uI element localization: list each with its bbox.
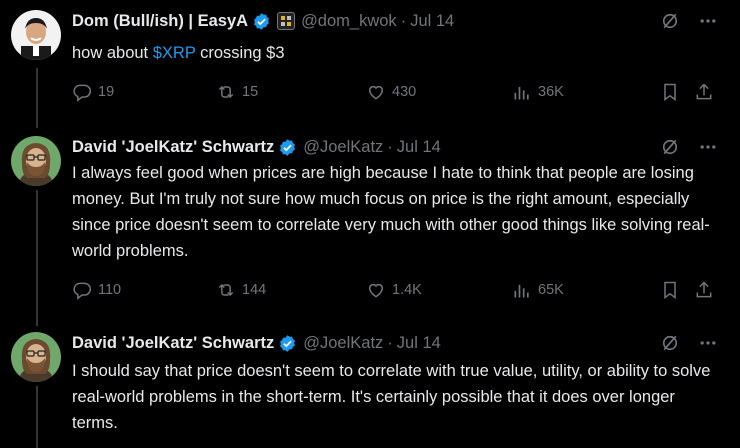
separator: ·	[387, 137, 393, 156]
views-button[interactable]: 36K	[512, 82, 564, 102]
timestamp[interactable]: Jul 14	[397, 138, 441, 157]
tweet[interactable]: Dom (Bull/ish) | EasyA @dom_kwok · Jul 1…	[0, 10, 740, 110]
timestamp[interactable]: Jul 14	[410, 12, 454, 31]
grok-icon[interactable]	[660, 137, 680, 157]
like-icon	[369, 283, 383, 298]
share-icon	[696, 83, 712, 100]
tweet-header: Dom (Bull/ish) | EasyA @dom_kwok · Jul 1…	[72, 10, 454, 32]
reply-button[interactable]: 19	[72, 82, 114, 102]
handle[interactable]: @dom_kwok	[301, 12, 397, 31]
avatar[interactable]	[11, 10, 61, 60]
tweet-text: how about $XRP crossing $3	[72, 40, 722, 66]
handle[interactable]: @JoelKatz	[303, 334, 383, 353]
tweet[interactable]: David 'JoelKatz' Schwartz @JoelKatz · Ju…	[0, 136, 740, 311]
share-button[interactable]	[694, 280, 714, 300]
like-count: 1.4K	[392, 282, 422, 298]
tweet-text-part: how about	[72, 44, 153, 62]
avatar[interactable]	[11, 332, 61, 382]
avatar[interactable]	[11, 136, 61, 186]
tweet-header: David 'JoelKatz' Schwartz @JoelKatz · Ju…	[72, 136, 441, 158]
repost-count: 144	[242, 282, 267, 298]
display-name[interactable]: David 'JoelKatz' Schwartz	[72, 138, 274, 157]
verified-badge-icon	[278, 334, 297, 353]
reply-count: 110	[98, 282, 122, 298]
share-button[interactable]	[694, 82, 714, 102]
reply-icon	[73, 84, 92, 102]
repost-icon	[218, 85, 234, 99]
handle[interactable]: @JoelKatz	[303, 138, 383, 157]
more-icon[interactable]	[698, 333, 718, 353]
more-icon[interactable]	[698, 137, 718, 157]
action-bar: 110 144 1.4K 65K	[72, 280, 722, 302]
separator: ·	[400, 11, 407, 30]
repost-button[interactable]: 15	[216, 82, 258, 102]
bookmark-button[interactable]	[660, 82, 680, 102]
tweet-top-actions	[660, 11, 718, 31]
display-name[interactable]: David 'JoelKatz' Schwartz	[72, 334, 274, 353]
view-count: 36K	[538, 84, 564, 100]
tweet-top-actions	[660, 333, 718, 353]
view-count: 65K	[538, 282, 564, 298]
action-bar: 19 15 430 36K	[72, 82, 722, 104]
separator: ·	[387, 333, 393, 352]
like-count: 430	[392, 84, 417, 100]
timestamp[interactable]: Jul 14	[397, 334, 441, 353]
views-button[interactable]: 65K	[512, 280, 564, 300]
tweet-top-actions	[660, 137, 718, 157]
cashtag-link[interactable]: $XRP	[153, 44, 196, 62]
like-icon	[369, 85, 383, 100]
reply-count: 19	[98, 84, 115, 100]
reply-button[interactable]: 110	[72, 280, 121, 300]
more-icon[interactable]	[698, 11, 718, 31]
share-icon	[696, 281, 712, 298]
verified-badge-icon	[278, 138, 297, 157]
tweet-text: I always feel good when prices are high …	[72, 164, 710, 260]
display-name[interactable]: Dom (Bull/ish) | EasyA	[72, 12, 248, 31]
repost-button[interactable]: 144	[216, 280, 266, 300]
tweet-text-part: crossing $3	[195, 44, 285, 62]
tweet-text: I should say that price doesn't seem to …	[72, 362, 711, 432]
like-button[interactable]: 430	[366, 82, 416, 102]
bookmark-button[interactable]	[660, 280, 680, 300]
repost-count: 15	[242, 84, 259, 100]
bookmark-icon	[664, 83, 676, 101]
repost-icon	[218, 283, 234, 297]
tweet-header: David 'JoelKatz' Schwartz @JoelKatz · Ju…	[72, 332, 441, 354]
bookmark-icon	[664, 281, 676, 299]
verified-badge-icon	[252, 12, 271, 31]
tweet[interactable]: David 'JoelKatz' Schwartz @JoelKatz · Ju…	[0, 332, 740, 448]
reply-icon	[73, 282, 92, 300]
views-icon	[514, 285, 529, 298]
grok-icon[interactable]	[660, 11, 680, 31]
views-icon	[514, 87, 529, 100]
grok-icon[interactable]	[660, 333, 680, 353]
like-button[interactable]: 1.4K	[366, 280, 422, 300]
affiliate-badge-icon[interactable]	[277, 12, 296, 30]
